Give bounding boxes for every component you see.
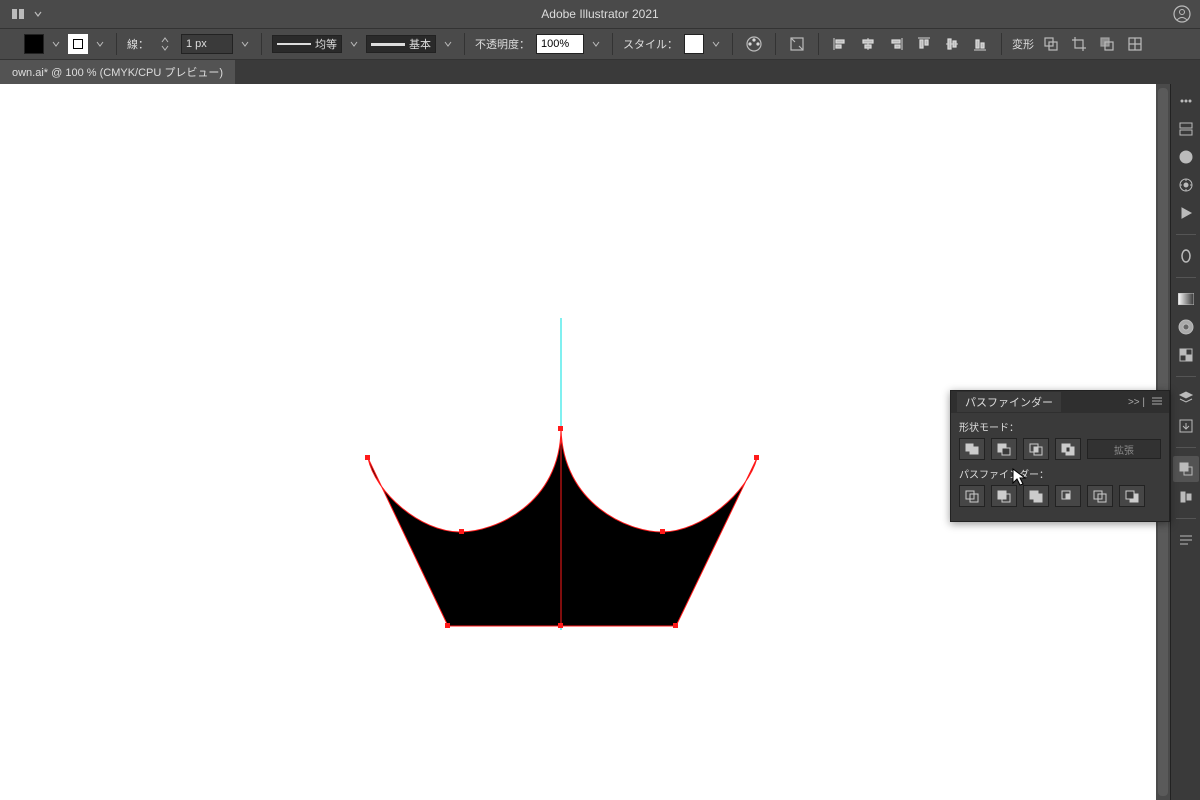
properties-panel-icon[interactable] xyxy=(1173,116,1199,142)
layers-panel-icon[interactable] xyxy=(1173,385,1199,411)
opacity-dropdown[interactable] xyxy=(590,34,602,54)
crop-image-icon[interactable] xyxy=(1068,33,1090,55)
minus-front-button[interactable] xyxy=(991,438,1017,460)
color-guide-panel-icon[interactable] xyxy=(1173,172,1199,198)
document-tab-label: own.ai* @ 100 % (CMYK/CPU プレビュー) xyxy=(12,64,223,80)
swatches-panel-icon[interactable] xyxy=(1173,314,1199,340)
divide-button[interactable] xyxy=(959,485,985,507)
control-bar: 線： 1 px 均等 基本 不透明度： 100% スタイル： 変形 xyxy=(0,28,1200,60)
color-panel-icon[interactable] xyxy=(1173,144,1199,170)
anchor-point[interactable] xyxy=(445,623,450,628)
shape-builder-icon[interactable] xyxy=(1040,33,1062,55)
merge-button[interactable] xyxy=(1023,485,1049,507)
anchor-point[interactable] xyxy=(558,623,563,628)
anchor-point[interactable] xyxy=(365,455,370,460)
panel-menu-icon[interactable] xyxy=(1151,396,1163,409)
align-bottom-icon[interactable] xyxy=(969,33,991,55)
brush-label: 基本 xyxy=(409,36,431,52)
recolor-artwork-icon[interactable] xyxy=(743,33,765,55)
anchor-point[interactable] xyxy=(660,529,665,534)
stroke-weight-input[interactable]: 1 px xyxy=(181,34,233,54)
stroke-profile[interactable]: 均等 xyxy=(272,35,342,53)
pathfinder-panel[interactable]: パスファインダー >> | 形状モード： 拡張 パスファインダー： xyxy=(950,390,1170,522)
asset-export-icon[interactable] xyxy=(1173,413,1199,439)
align-panel-icon[interactable] xyxy=(1173,484,1199,510)
stroke-weight-dropdown[interactable] xyxy=(239,34,251,54)
pathfinder-tab-label[interactable]: パスファインダー xyxy=(957,392,1061,412)
align-left-icon[interactable] xyxy=(829,33,851,55)
document-tab-bar: own.ai* @ 100 % (CMYK/CPU プレビュー) xyxy=(0,60,1200,84)
stroke-profile-label: 均等 xyxy=(315,36,337,52)
fill-dropdown[interactable] xyxy=(50,34,62,54)
gradient-panel-icon[interactable] xyxy=(1173,286,1199,312)
minus-back-button[interactable] xyxy=(1119,485,1145,507)
anchor-point[interactable] xyxy=(558,426,563,431)
pathfinders-label: パスファインダー： xyxy=(959,466,1161,481)
graphic-style-swatch[interactable] xyxy=(684,34,704,54)
document-tab[interactable]: own.ai* @ 100 % (CMYK/CPU プレビュー) xyxy=(0,60,235,84)
unite-button[interactable] xyxy=(959,438,985,460)
panel-collapse-icon[interactable]: >> | xyxy=(1128,397,1145,408)
transparency-panel-icon[interactable] xyxy=(1173,342,1199,368)
trim-button[interactable] xyxy=(991,485,1017,507)
align-top-icon[interactable] xyxy=(913,33,935,55)
align-center-h-icon[interactable] xyxy=(857,33,879,55)
outline-button[interactable] xyxy=(1087,485,1113,507)
stroke-color-swatch[interactable] xyxy=(68,34,88,54)
style-label: スタイル： xyxy=(623,36,678,52)
style-dropdown[interactable] xyxy=(710,34,722,54)
align-center-v-icon[interactable] xyxy=(941,33,963,55)
anchor-point[interactable] xyxy=(754,455,759,460)
expand-button: 拡張 xyxy=(1087,439,1161,459)
panel-dock xyxy=(1170,84,1200,800)
stroke-stepper[interactable] xyxy=(155,34,175,54)
exclude-button[interactable] xyxy=(1055,438,1081,460)
stroke-dropdown[interactable] xyxy=(94,34,106,54)
crown-artwork[interactable] xyxy=(368,429,757,626)
user-account-icon[interactable] xyxy=(1172,4,1192,24)
intersect-button[interactable] xyxy=(1023,438,1049,460)
opacity-input[interactable]: 100% xyxy=(536,34,584,54)
paragraph-panel-icon[interactable] xyxy=(1173,527,1199,553)
app-title: Adobe Illustrator 2021 xyxy=(541,7,658,21)
workspace-dropdown[interactable] xyxy=(32,4,44,24)
brush-dropdown[interactable] xyxy=(442,34,454,54)
dock-handle-icon[interactable] xyxy=(1173,88,1199,114)
brush-definition[interactable]: 基本 xyxy=(366,35,436,53)
stroke-profile-dropdown[interactable] xyxy=(348,34,360,54)
shape-modes-label: 形状モード： xyxy=(959,419,1161,434)
stroke-panel-icon[interactable] xyxy=(1173,243,1199,269)
pathfinder-header[interactable]: パスファインダー >> | xyxy=(951,391,1169,413)
fill-color-swatch[interactable] xyxy=(24,34,44,54)
anchor-point[interactable] xyxy=(673,623,678,628)
stroke-weight-label: 線： xyxy=(127,36,149,52)
pathfinder-panel-icon[interactable] xyxy=(1173,456,1199,482)
crop-button[interactable] xyxy=(1055,485,1081,507)
workspace-switcher-icon[interactable] xyxy=(8,4,28,24)
opacity-label: 不透明度： xyxy=(475,36,530,52)
select-similar-icon[interactable] xyxy=(1124,33,1146,55)
align-right-icon[interactable] xyxy=(885,33,907,55)
arrange-icon[interactable] xyxy=(1096,33,1118,55)
actions-panel-icon[interactable] xyxy=(1173,200,1199,226)
title-bar: Adobe Illustrator 2021 xyxy=(0,0,1200,28)
transform-label[interactable]: 変形 xyxy=(1012,36,1034,52)
anchor-point[interactable] xyxy=(459,529,464,534)
isolate-selected-icon[interactable] xyxy=(786,33,808,55)
